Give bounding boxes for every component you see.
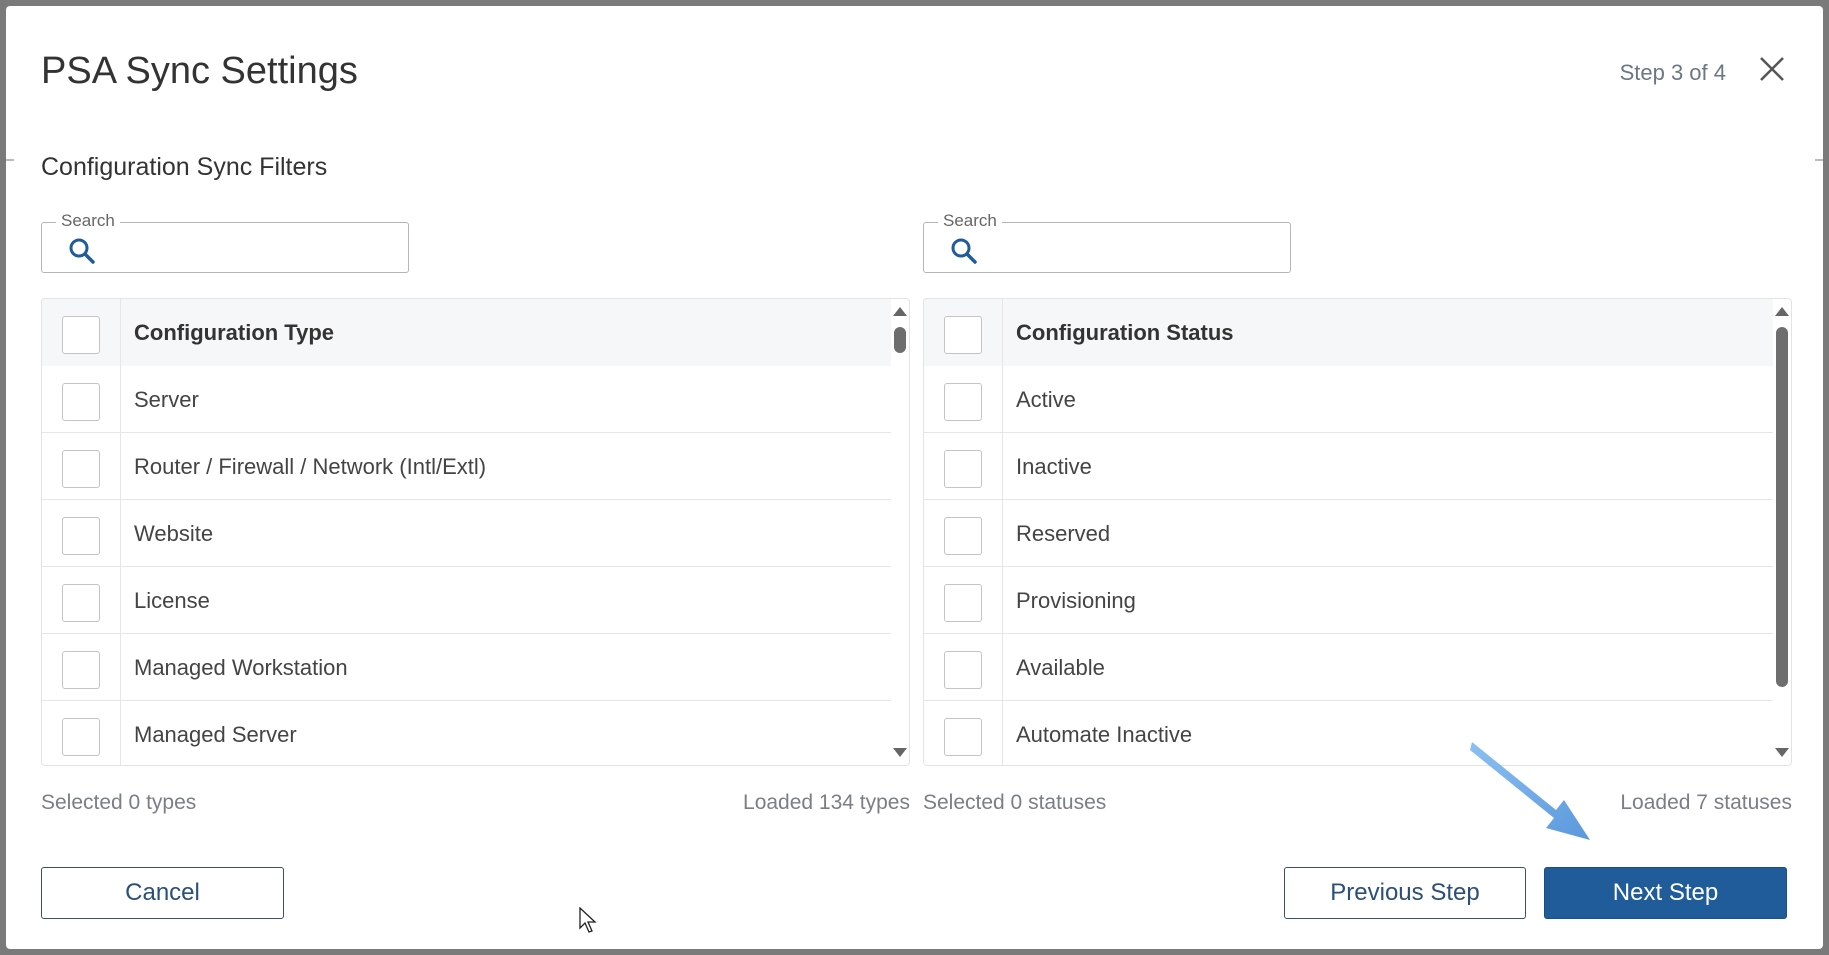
- close-icon[interactable]: [1757, 54, 1787, 84]
- status-search-input[interactable]: [990, 233, 1280, 263]
- table-header: Configuration Type: [42, 299, 891, 366]
- row-checkbox[interactable]: [944, 517, 982, 555]
- list-item-label: Managed Server: [134, 722, 297, 747]
- search-icon: [68, 237, 96, 265]
- dialog-title: PSA Sync Settings: [41, 50, 358, 92]
- list-item-label: Automate Inactive: [1016, 722, 1193, 747]
- list-item[interactable]: Managed Server: [42, 701, 891, 765]
- select-all-types-checkbox[interactable]: [62, 316, 100, 354]
- annotation-arrow-icon: [1470, 742, 1590, 840]
- header-divider-right: [1815, 159, 1823, 161]
- list-item[interactable]: Reserved: [924, 500, 1773, 567]
- row-checkbox[interactable]: [944, 383, 982, 421]
- search-label: Search: [56, 211, 120, 231]
- list-item-label: License: [134, 588, 210, 613]
- type-search-field[interactable]: Search: [41, 211, 409, 273]
- status-search-field[interactable]: Search: [923, 211, 1291, 273]
- scrollbar-thumb[interactable]: [894, 327, 906, 353]
- selected-types-count: Selected 0 types: [41, 791, 197, 814]
- scroll-up-icon[interactable]: [1775, 307, 1789, 316]
- psa-sync-settings-dialog: PSA Sync Settings Step 3 of 4 Configurat…: [6, 6, 1823, 949]
- cancel-button[interactable]: Cancel: [41, 867, 284, 919]
- configuration-status-list: Configuration Status Active Inactive Res…: [923, 298, 1792, 766]
- list-item[interactable]: Website: [42, 500, 891, 567]
- list-item[interactable]: Router / Firewall / Network (Intl/Extl): [42, 433, 891, 500]
- list-item[interactable]: Managed Workstation: [42, 634, 891, 701]
- list-item[interactable]: Active: [924, 366, 1773, 433]
- row-checkbox[interactable]: [62, 450, 100, 488]
- list-item-label: Active: [1016, 387, 1076, 412]
- list-item[interactable]: Available: [924, 634, 1773, 701]
- mouse-cursor-icon: [579, 907, 597, 933]
- list-item[interactable]: Inactive: [924, 433, 1773, 500]
- section-title: Configuration Sync Filters: [41, 153, 328, 181]
- list-item-label: Managed Workstation: [134, 655, 348, 680]
- selected-statuses-count: Selected 0 statuses: [923, 791, 1107, 814]
- list-item-label: Reserved: [1016, 521, 1111, 546]
- search-label: Search: [938, 211, 1002, 231]
- scroll-down-icon[interactable]: [1775, 748, 1789, 757]
- search-icon: [950, 237, 978, 265]
- row-checkbox[interactable]: [62, 517, 100, 555]
- column-header: Configuration Type: [134, 320, 335, 345]
- row-checkbox[interactable]: [944, 450, 982, 488]
- table-header: Configuration Status: [924, 299, 1773, 366]
- scrollbar[interactable]: [889, 299, 909, 765]
- list-item[interactable]: License: [42, 567, 891, 634]
- header-divider-left: [6, 159, 14, 161]
- list-item[interactable]: Provisioning: [924, 567, 1773, 634]
- list-item[interactable]: Automate Inactive: [924, 701, 1773, 765]
- step-indicator: Step 3 of 4: [1619, 60, 1726, 85]
- row-checkbox[interactable]: [62, 718, 100, 756]
- scrollbar[interactable]: [1771, 299, 1791, 765]
- row-checkbox[interactable]: [944, 584, 982, 622]
- type-search-input[interactable]: [108, 233, 398, 263]
- row-checkbox[interactable]: [944, 718, 982, 756]
- list-item-label: Server: [134, 387, 199, 412]
- scroll-down-icon[interactable]: [893, 748, 907, 757]
- row-checkbox[interactable]: [62, 584, 100, 622]
- row-checkbox[interactable]: [944, 651, 982, 689]
- loaded-types-count: Loaded 134 types: [743, 791, 910, 814]
- list-item[interactable]: Server: [42, 366, 891, 433]
- list-item-label: Provisioning: [1016, 588, 1136, 613]
- next-step-button[interactable]: Next Step: [1544, 867, 1787, 919]
- row-checkbox[interactable]: [62, 383, 100, 421]
- list-item-label: Website: [134, 521, 214, 546]
- list-item-label: Router / Firewall / Network (Intl/Extl): [134, 454, 487, 479]
- scroll-up-icon[interactable]: [893, 307, 907, 316]
- select-all-statuses-checkbox[interactable]: [944, 316, 982, 354]
- list-item-label: Inactive: [1016, 454, 1092, 479]
- scrollbar-thumb[interactable]: [1776, 327, 1788, 687]
- column-header: Configuration Status: [1016, 320, 1234, 345]
- configuration-type-list: Configuration Type Server Router / Firew…: [41, 298, 910, 766]
- list-item-label: Available: [1016, 655, 1105, 680]
- row-checkbox[interactable]: [62, 651, 100, 689]
- previous-step-button[interactable]: Previous Step: [1284, 867, 1526, 919]
- loaded-statuses-count: Loaded 7 statuses: [1620, 791, 1792, 814]
